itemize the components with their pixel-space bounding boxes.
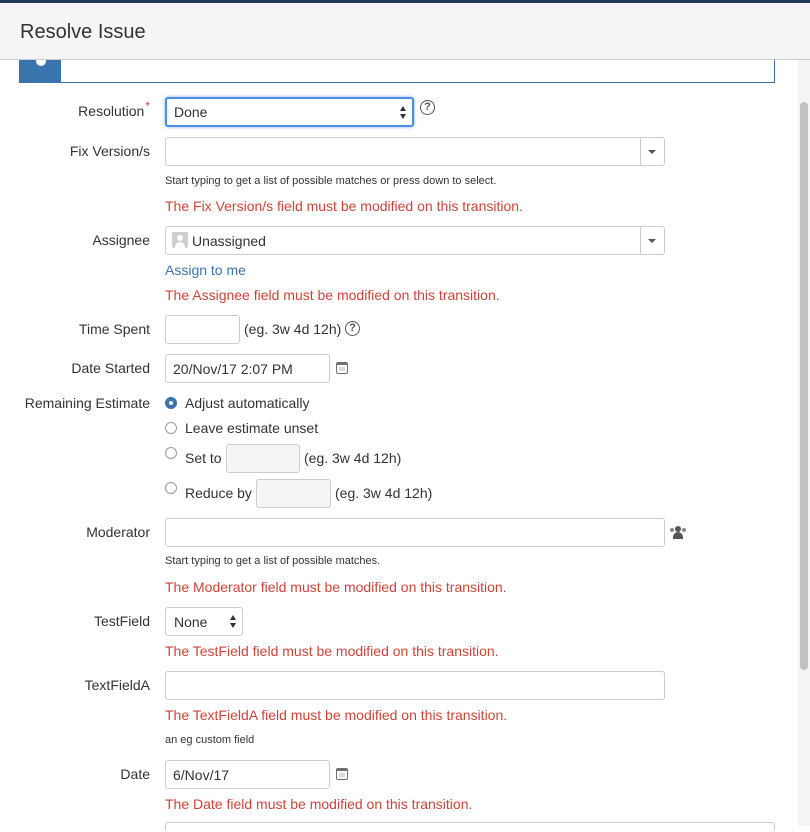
fix-version-input[interactable] bbox=[165, 137, 665, 166]
testfield-select[interactable]: None bbox=[165, 607, 243, 636]
fix-version-error: The Fix Version/s field must be modified… bbox=[165, 198, 523, 214]
moderator-label: Moderator bbox=[86, 524, 150, 540]
resolution-help-icon[interactable]: ? bbox=[420, 100, 435, 115]
info-icon bbox=[20, 60, 61, 82]
moderator-error: The Moderator field must be modified on … bbox=[165, 579, 507, 595]
set-to-label: Set to bbox=[185, 450, 222, 466]
textfielda-description: an eg custom field bbox=[165, 734, 255, 746]
assignee-dropdown-button[interactable] bbox=[640, 227, 664, 254]
resolution-select[interactable]: Done bbox=[165, 97, 414, 127]
scrollbar-thumb[interactable] bbox=[800, 102, 808, 670]
time-spent-input[interactable] bbox=[165, 315, 240, 344]
moderator-input[interactable] bbox=[165, 518, 665, 547]
radio-reduce-by[interactable] bbox=[165, 482, 177, 494]
reduce-by-hint: (eg. 3w 4d 12h) bbox=[335, 485, 433, 501]
assign-to-me-link[interactable]: Assign to me bbox=[165, 262, 246, 278]
assignee-label: Assignee bbox=[92, 232, 150, 248]
reduce-by-input[interactable] bbox=[256, 479, 331, 508]
date-started-input[interactable]: 20/Nov/17 2:07 PM bbox=[165, 354, 330, 383]
scrollbar[interactable] bbox=[798, 60, 810, 826]
adjust-automatically-label: Adjust automatically bbox=[185, 395, 310, 411]
date-value: 6/Nov/17 bbox=[173, 767, 230, 783]
fix-version-label: Fix Version/s bbox=[69, 143, 150, 159]
calendar-icon[interactable] bbox=[336, 768, 348, 780]
required-marker: * bbox=[145, 99, 150, 113]
time-spent-label: Time Spent bbox=[78, 321, 150, 337]
set-to-hint: (eg. 3w 4d 12h) bbox=[304, 450, 402, 466]
avatar-icon bbox=[172, 232, 188, 248]
user-picker-icon[interactable] bbox=[670, 526, 686, 540]
remaining-estimate-label: Remaining Estimate bbox=[24, 395, 150, 411]
date-input[interactable]: 6/Nov/17 bbox=[165, 760, 330, 789]
leave-unset-label: Leave estimate unset bbox=[185, 420, 319, 436]
dialog-title: Resolve Issue bbox=[20, 21, 146, 43]
date-started-value: 20/Nov/17 2:07 PM bbox=[173, 361, 293, 377]
testfield-value: None bbox=[174, 614, 208, 630]
moderator-description: Start typing to get a list of possible m… bbox=[165, 555, 381, 567]
date-started-label: Date Started bbox=[71, 360, 150, 376]
textfielda-label: TextFieldA bbox=[84, 677, 150, 693]
select-arrows-icon bbox=[400, 106, 406, 120]
radio-set-to[interactable] bbox=[165, 447, 177, 459]
calendar-icon[interactable] bbox=[336, 362, 348, 374]
date-label: Date bbox=[120, 766, 150, 782]
assignee-value: Unassigned bbox=[192, 233, 266, 249]
textfielda-error: The TextFieldA field must be modified on… bbox=[165, 707, 508, 723]
assignee-error: The Assignee field must be modified on t… bbox=[165, 287, 500, 303]
time-spent-help-icon[interactable]: ? bbox=[345, 321, 360, 336]
radio-leave-unset[interactable] bbox=[165, 422, 177, 434]
textfielda-input[interactable] bbox=[165, 671, 665, 700]
dialog-header: Resolve Issue bbox=[0, 3, 810, 60]
fix-version-dropdown-button[interactable] bbox=[640, 138, 664, 165]
resolution-label: Resolution* bbox=[78, 99, 150, 119]
chevron-down-icon bbox=[648, 239, 656, 243]
resolution-value: Done bbox=[174, 104, 208, 120]
assignee-select[interactable]: Unassigned bbox=[165, 226, 665, 255]
select-arrows-icon bbox=[230, 615, 236, 629]
fix-version-description: Start typing to get a list of possible m… bbox=[165, 175, 497, 187]
chevron-down-icon bbox=[648, 150, 656, 154]
testfield-error: The TestField field must be modified on … bbox=[165, 643, 499, 659]
radio-adjust-automatically[interactable] bbox=[165, 397, 177, 409]
next-field-input[interactable] bbox=[165, 822, 775, 832]
reduce-by-label: Reduce by bbox=[185, 485, 252, 501]
set-to-input[interactable] bbox=[226, 444, 300, 473]
date-error: The Date field must be modified on this … bbox=[165, 796, 473, 812]
info-message bbox=[19, 60, 775, 83]
time-spent-hint: (eg. 3w 4d 12h) bbox=[244, 321, 342, 337]
testfield-label: TestField bbox=[93, 613, 150, 629]
